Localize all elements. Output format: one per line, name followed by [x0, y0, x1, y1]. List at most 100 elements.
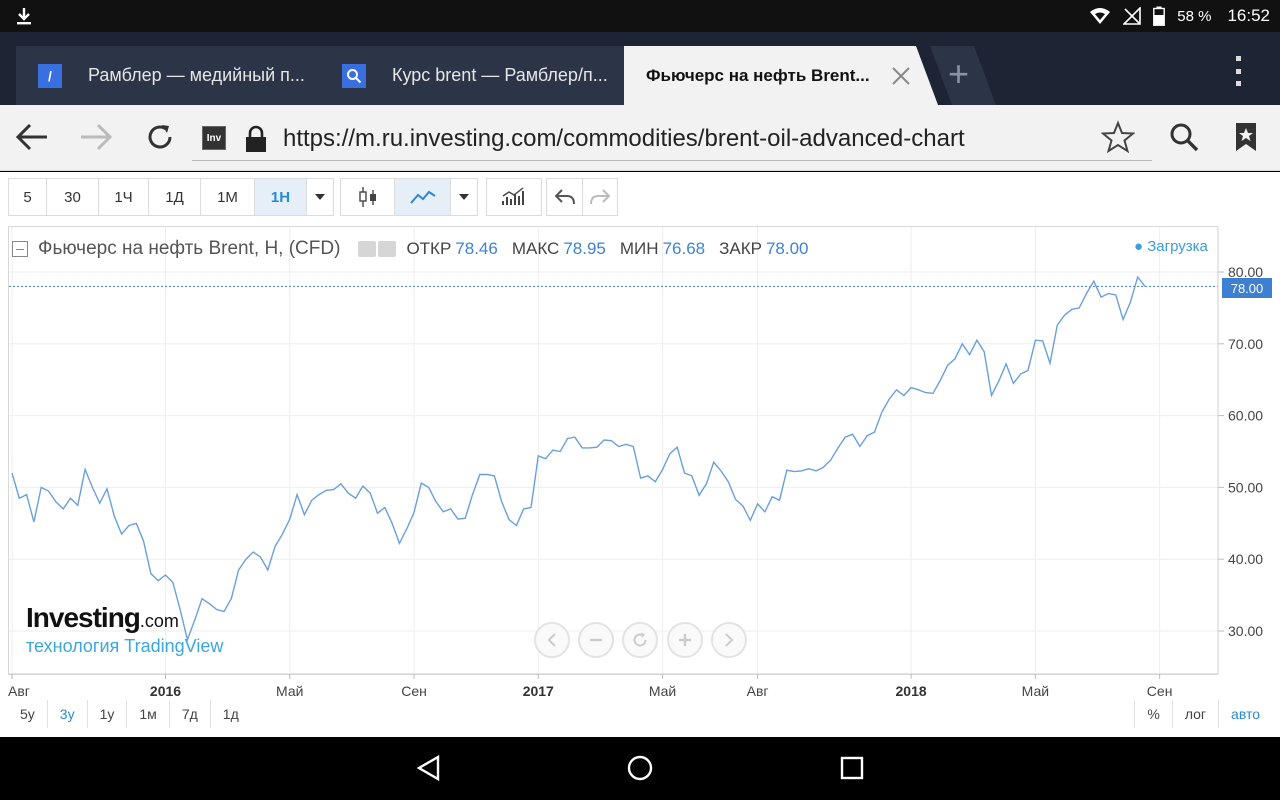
eye-icon[interactable]	[358, 241, 377, 257]
collapse-legend-icon[interactable]	[12, 241, 28, 257]
time-axis: Авг 2016 Май Сен 2017 Май Авг 2018 Май Сен	[8, 673, 1218, 699]
range-1d[interactable]: 1д	[211, 700, 251, 728]
investing-logo: Investing.com технология TradingView	[26, 602, 223, 657]
close-tab-icon[interactable]	[890, 65, 912, 87]
tab-rambler-search[interactable]: Курс brent — Рамблер/п...	[320, 46, 650, 105]
wifi-icon	[1090, 8, 1111, 24]
range-5y[interactable]: 5y	[8, 700, 48, 728]
x-tick-label: Май	[276, 683, 303, 699]
battery-icon	[1153, 6, 1166, 26]
x-tick-label: 2016	[150, 683, 181, 699]
minus-icon	[590, 638, 602, 642]
x-tick-label: Май	[649, 683, 676, 699]
series-legend: Фьючерс на нефть Brent, Н, (CFD) ОТКР 78…	[12, 234, 823, 264]
x-tick-label: Май	[1022, 683, 1049, 699]
x-tick-label: Сен	[1147, 683, 1173, 699]
high-value: 78.95	[563, 239, 606, 258]
range-1y[interactable]: 1y	[88, 700, 128, 728]
y-tick-label: 70.00	[1228, 336, 1263, 352]
back-button[interactable]	[12, 117, 52, 157]
android-nav-bar	[0, 737, 1280, 800]
nav-recents-icon[interactable]	[837, 753, 867, 783]
tab-title: Рамблер — медийный п...	[88, 65, 305, 85]
reset-icon	[633, 632, 647, 647]
plus-icon: +	[948, 53, 970, 94]
range-7d[interactable]: 7д	[170, 700, 211, 728]
overflow-menu-icon[interactable]	[1230, 56, 1246, 86]
scroll-left-button[interactable]	[534, 622, 570, 658]
legend-actions	[358, 241, 397, 257]
rambler-favicon-icon: /	[38, 63, 62, 88]
plus-icon	[679, 634, 691, 646]
arrow-left-icon	[15, 123, 47, 151]
web-content: 5 30 1Ч 1Д 1М 1Н 80.00 70.00 60.00 50.00…	[0, 172, 1280, 737]
y-tick-label: 50.00	[1228, 479, 1263, 495]
nav-back-icon[interactable]	[414, 753, 444, 783]
browser-toolbar: Inv https://m.ru.investing.com/commoditi…	[0, 105, 1280, 171]
y-tick-label: 30.00	[1228, 623, 1263, 639]
battery-level: 58 %	[1177, 7, 1212, 25]
range-1m[interactable]: 1м	[127, 700, 170, 728]
reload-icon	[148, 125, 172, 149]
series-title: Фьючерс на нефть Brent, Н, (CFD)	[38, 238, 341, 259]
new-tab-button[interactable]: +	[930, 46, 996, 105]
search-favicon-icon	[342, 63, 366, 88]
forward-button[interactable]	[76, 117, 116, 157]
tab-title: Курс brent — Рамблер/п...	[392, 65, 608, 85]
bookmarks-button[interactable]	[1226, 117, 1266, 157]
bookmark-star-button[interactable]	[1098, 117, 1138, 157]
x-tick-label: Авг	[8, 683, 30, 699]
site-favicon-icon: Inv	[202, 126, 226, 150]
nav-home-icon[interactable]	[625, 753, 655, 783]
x-tick-label: 2017	[523, 683, 554, 699]
bookmark-icon	[1236, 123, 1256, 151]
high-label: МАКС	[511, 239, 560, 258]
y-tick-label: 40.00	[1228, 551, 1263, 567]
low-value: 76.68	[662, 239, 706, 258]
auto-scale-toggle[interactable]: авто	[1218, 700, 1272, 728]
x-tick-label: Сен	[401, 683, 427, 699]
series-line	[11, 275, 1146, 642]
open-value: 78.46	[455, 239, 498, 258]
chevron-left-icon	[547, 633, 556, 647]
range-bar: 5y 3y 1y 1м 7д 1д % лог авто	[8, 700, 1272, 728]
open-label: ОТКР	[406, 239, 452, 258]
low-label: МИН	[619, 239, 659, 258]
close-label: ЗАКР	[719, 239, 762, 258]
x-tick-label: 2018	[896, 683, 927, 699]
chevron-right-icon	[725, 633, 734, 647]
close-value: 78.00	[765, 239, 809, 258]
download-icon	[17, 8, 31, 25]
address-bar[interactable]: Inv https://m.ru.investing.com/commoditi…	[192, 115, 1152, 161]
zoom-in-button[interactable]	[667, 622, 703, 658]
arrow-right-icon	[81, 123, 113, 151]
android-screen: 58 % 16:52 / Рамблер — медийный п... Кур…	[0, 0, 1280, 800]
logo-brand: Investing	[26, 602, 141, 633]
star-icon	[1101, 120, 1135, 154]
tab-title: Фьючерс на нефть Brent...	[646, 65, 870, 85]
logo-tagline: технология TradingView	[26, 636, 224, 656]
tab-rambler[interactable]: / Рамблер — медийный п...	[16, 46, 346, 105]
zoom-out-button[interactable]	[578, 622, 614, 658]
search-icon	[1170, 123, 1199, 152]
percent-scale-toggle[interactable]: %	[1134, 700, 1171, 728]
status-bar: 58 % 16:52	[0, 0, 1280, 32]
search-button[interactable]	[1164, 117, 1204, 157]
no-signal-icon	[1123, 7, 1142, 25]
reload-button[interactable]	[140, 117, 180, 157]
reset-chart-button[interactable]	[622, 622, 658, 658]
logo-suffix: .com	[139, 611, 179, 631]
loading-indicator: ● Загрузка	[1134, 238, 1208, 255]
x-tick-label: Авг	[747, 683, 769, 699]
log-scale-toggle[interactable]: лог	[1171, 700, 1218, 728]
tab-strip: / Рамблер — медийный п... Курс brent — Р…	[0, 32, 1280, 105]
lock-icon	[246, 125, 266, 152]
settings-icon[interactable]	[378, 241, 397, 257]
range-3y[interactable]: 3y	[48, 700, 88, 728]
y-tick-label: 60.00	[1228, 408, 1263, 424]
last-price-badge: 78.00	[1222, 278, 1272, 298]
scroll-right-button[interactable]	[711, 622, 747, 658]
url-text: https://m.ru.investing.com/commodities/b…	[283, 125, 965, 152]
tab-brent-active[interactable]: Фьючерс на нефть Brent...	[624, 46, 938, 105]
clock: 16:52	[1227, 6, 1270, 25]
